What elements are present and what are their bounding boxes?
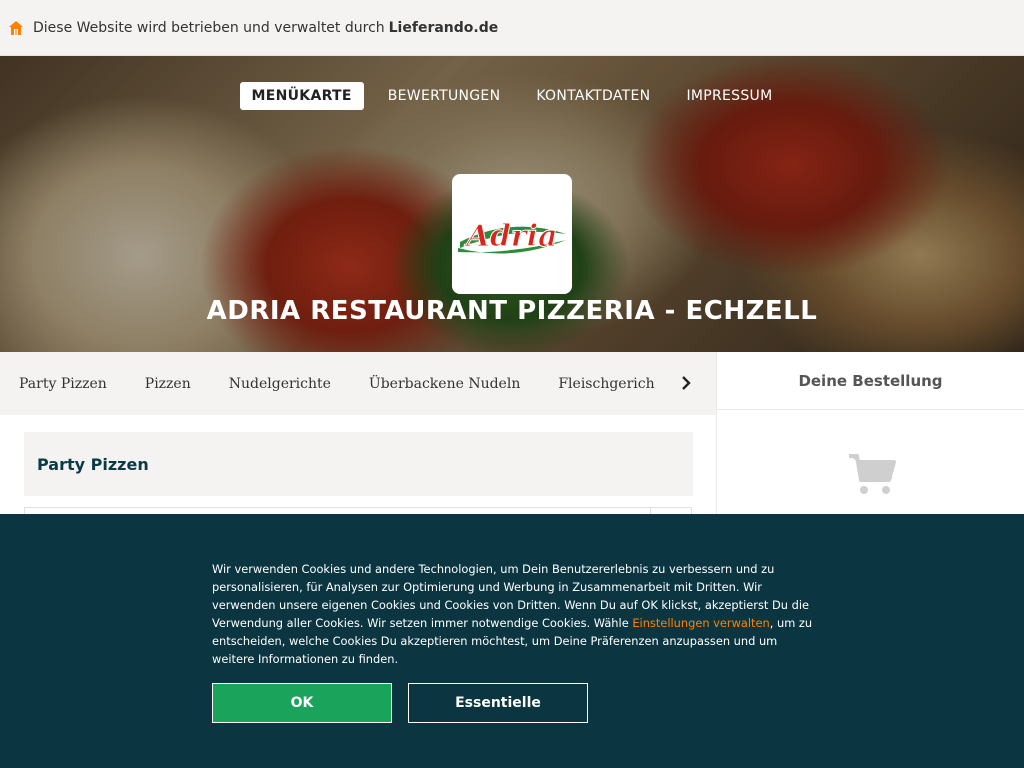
cookie-banner: Wir verwenden Cookies und andere Technol…: [0, 514, 1024, 768]
category-party-pizzen[interactable]: Party Pizzen: [19, 376, 107, 392]
home-icon: [9, 20, 23, 35]
restaurant-logo: Adria: [452, 174, 572, 294]
category-nudelgerichte[interactable]: Nudelgerichte: [229, 376, 331, 392]
basket-header: Deine Bestellung: [717, 352, 1024, 410]
svg-text:Adria: Adria: [464, 219, 558, 254]
basket-title: Deine Bestellung: [798, 371, 943, 390]
chevron-right-icon[interactable]: [676, 373, 696, 393]
essential-cookies-button[interactable]: Essentielle: [408, 683, 588, 723]
main-nav: MENÜKARTE BEWERTUNGEN KONTAKTDATEN IMPRE…: [0, 82, 1024, 110]
nav-kontaktdaten[interactable]: KONTAKTDATEN: [524, 82, 662, 110]
nav-bewertungen[interactable]: BEWERTUNGEN: [376, 82, 513, 110]
category-ueberbackene-nudeln[interactable]: Überbackene Nudeln: [369, 376, 520, 392]
hero-banner: MENÜKARTE BEWERTUNGEN KONTAKTDATEN IMPRE…: [0, 56, 1024, 352]
cart-icon: [849, 454, 896, 494]
category-pizzen[interactable]: Pizzen: [145, 376, 191, 392]
nav-impressum[interactable]: IMPRESSUM: [674, 82, 784, 110]
operator-notice-text: Diese Website wird betrieben und verwalt…: [33, 19, 385, 36]
operator-brand-link[interactable]: Lieferando.de: [389, 20, 499, 36]
manage-settings-link[interactable]: Einstellungen verwalten: [632, 616, 769, 630]
category-nav: Party Pizzen Pizzen Nudelgerichte Überba…: [0, 352, 716, 415]
adria-logo-icon: Adria: [458, 219, 566, 255]
ok-button[interactable]: OK: [212, 683, 392, 723]
operator-notice-bar: Diese Website wird betrieben und verwalt…: [0, 0, 1024, 56]
restaurant-name: ADRIA RESTAURANT PIZZERIA - ECHZELL: [206, 296, 818, 326]
section-title: Party Pizzen: [37, 454, 149, 474]
section-header: Party Pizzen: [24, 432, 693, 496]
nav-menukarte[interactable]: MENÜKARTE: [239, 82, 364, 110]
cookie-text: Wir verwenden Cookies und andere Technol…: [212, 560, 817, 668]
